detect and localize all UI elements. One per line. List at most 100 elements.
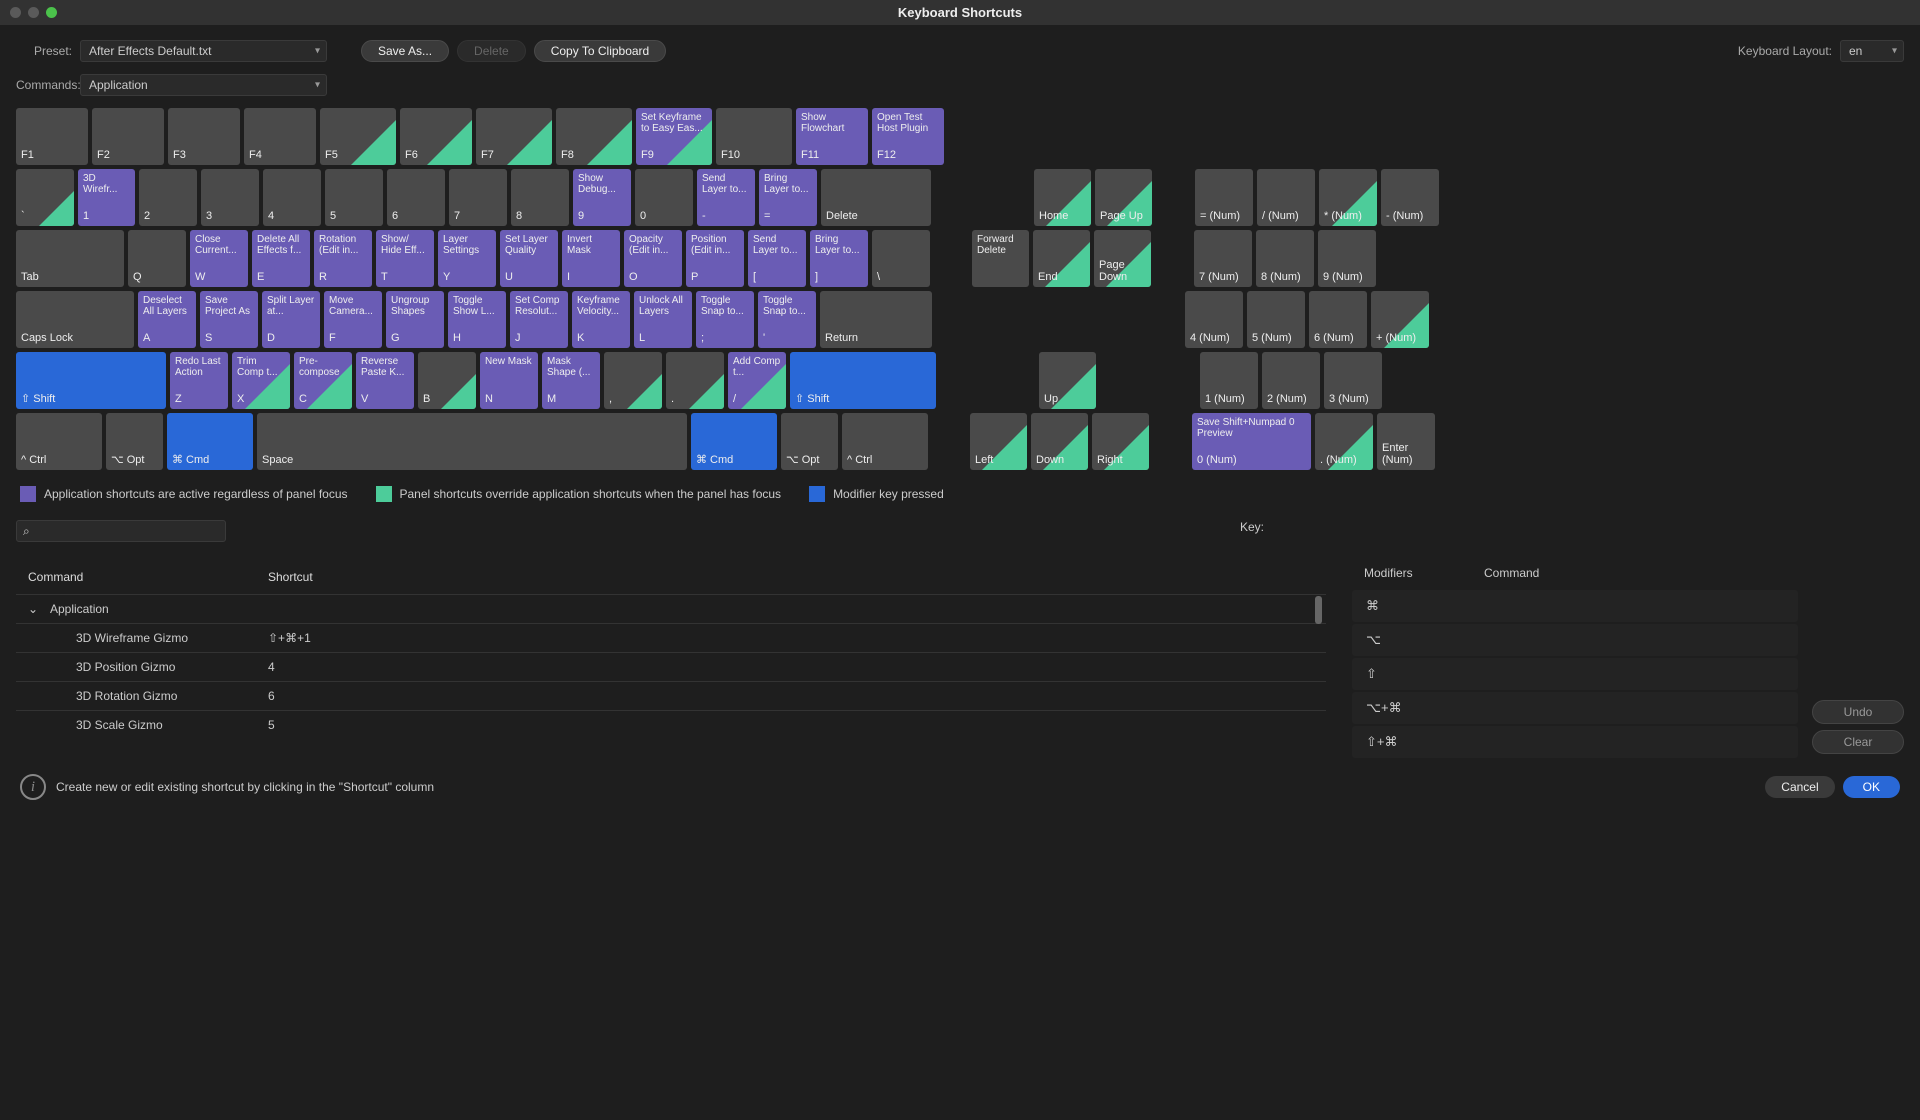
key-v[interactable]: Reverse Paste K...V [356, 352, 414, 409]
table-row[interactable]: 3D Scale Gizmo5 [16, 710, 1326, 739]
key--shift[interactable]: ⇧ Shift [16, 352, 166, 409]
key-left[interactable]: Left [970, 413, 1027, 470]
key--[interactable]: Toggle Snap to...' [758, 291, 816, 348]
key-enter-num-[interactable]: Enter (Num) [1377, 413, 1435, 470]
key-f10[interactable]: F10 [716, 108, 792, 165]
table-row[interactable]: 3D Position Gizmo4 [16, 652, 1326, 681]
key-3-num-[interactable]: 3 (Num) [1324, 352, 1382, 409]
key-s[interactable]: Save Project AsS [200, 291, 258, 348]
key--num-[interactable]: - (Num) [1381, 169, 1439, 226]
clear-button[interactable]: Clear [1812, 730, 1904, 754]
key--ctrl[interactable]: ^ Ctrl [16, 413, 102, 470]
key-g[interactable]: Ungroup ShapesG [386, 291, 444, 348]
key-m[interactable]: Mask Shape (...M [542, 352, 600, 409]
key-j[interactable]: Set Comp Resolut...J [510, 291, 568, 348]
key-5[interactable]: 5 [325, 169, 383, 226]
key--[interactable]: Bring Layer to...] [810, 230, 868, 287]
key-8-num-[interactable]: 8 (Num) [1256, 230, 1314, 287]
key-t[interactable]: Show/ Hide Eff...T [376, 230, 434, 287]
key-b[interactable]: B [418, 352, 476, 409]
key-page-up[interactable]: Page Up [1095, 169, 1152, 226]
search-input[interactable] [36, 524, 219, 538]
key--cmd[interactable]: ⌘ Cmd [691, 413, 777, 470]
key--num-[interactable]: = (Num) [1195, 169, 1253, 226]
key-f8[interactable]: F8 [556, 108, 632, 165]
key-d[interactable]: Split Layer at...D [262, 291, 320, 348]
minimize-window-icon[interactable] [28, 7, 39, 18]
key--num-[interactable]: + (Num) [1371, 291, 1429, 348]
commands-dropdown[interactable]: Application [80, 74, 327, 96]
key-2[interactable]: 2 [139, 169, 197, 226]
modifier-row[interactable]: ⇧ [1352, 658, 1798, 690]
key-f7[interactable]: F7 [476, 108, 552, 165]
key-4-num-[interactable]: 4 (Num) [1185, 291, 1243, 348]
modifier-row[interactable]: ⌥+⌘ [1352, 692, 1798, 724]
key--[interactable]: Bring Layer to...= [759, 169, 817, 226]
ok-button[interactable]: OK [1843, 776, 1900, 798]
modifier-row[interactable]: ⌘ [1352, 590, 1798, 622]
key-home[interactable]: Home [1034, 169, 1091, 226]
save-as-button[interactable]: Save As... [361, 40, 449, 62]
key-y[interactable]: Layer SettingsY [438, 230, 496, 287]
key-tab[interactable]: Tab [16, 230, 124, 287]
key--[interactable]: \ [872, 230, 930, 287]
key-h[interactable]: Toggle Show L...H [448, 291, 506, 348]
zoom-window-icon[interactable] [46, 7, 57, 18]
key-right[interactable]: Right [1092, 413, 1149, 470]
key-6-num-[interactable]: 6 (Num) [1309, 291, 1367, 348]
key-f11[interactable]: Show FlowchartF11 [796, 108, 868, 165]
key-i[interactable]: Invert MaskI [562, 230, 620, 287]
key-6[interactable]: 6 [387, 169, 445, 226]
key-7-num-[interactable]: 7 (Num) [1194, 230, 1252, 287]
key-p[interactable]: Position (Edit in...P [686, 230, 744, 287]
key--num-[interactable]: / (Num) [1257, 169, 1315, 226]
key-w[interactable]: Close Current...W [190, 230, 248, 287]
key-f2[interactable]: F2 [92, 108, 164, 165]
table-row[interactable]: 3D Wireframe Gizmo⇧+⌘+1 [16, 623, 1326, 652]
cancel-button[interactable]: Cancel [1765, 776, 1834, 798]
key-5-num-[interactable]: 5 (Num) [1247, 291, 1305, 348]
key--[interactable]: ` [16, 169, 74, 226]
key-end[interactable]: End [1033, 230, 1090, 287]
key-k[interactable]: Keyframe Velocity...K [572, 291, 630, 348]
key-down[interactable]: Down [1031, 413, 1088, 470]
key-o[interactable]: Opacity (Edit in...O [624, 230, 682, 287]
key-9-num-[interactable]: 9 (Num) [1318, 230, 1376, 287]
key-1[interactable]: 3D Wirefr...1 [78, 169, 135, 226]
key-r[interactable]: Rotation (Edit in...R [314, 230, 372, 287]
key-f9[interactable]: Set Keyframe to Easy Eas...F9 [636, 108, 712, 165]
key--[interactable]: Add Comp t.../ [728, 352, 786, 409]
key-9[interactable]: Show Debug...9 [573, 169, 631, 226]
key-up[interactable]: Up [1039, 352, 1096, 409]
key-x[interactable]: Trim Comp t...X [232, 352, 290, 409]
key--[interactable]: , [604, 352, 662, 409]
key-0-num-[interactable]: Save Shift+Numpad 0 Preview0 (Num) [1192, 413, 1311, 470]
key--opt[interactable]: ⌥ Opt [106, 413, 163, 470]
table-row[interactable]: ⌄Application [16, 594, 1326, 623]
key-c[interactable]: Pre-composeC [294, 352, 352, 409]
modifier-row[interactable]: ⌥ [1352, 624, 1798, 656]
modifier-row[interactable]: ⇧+⌘ [1352, 726, 1798, 758]
key-space[interactable]: Space [257, 413, 687, 470]
scrollbar-thumb[interactable] [1315, 596, 1322, 624]
key--[interactable]: Send Layer to...[ [748, 230, 806, 287]
layout-dropdown[interactable]: en [1840, 40, 1904, 62]
key-f6[interactable]: F6 [400, 108, 472, 165]
key-page-down[interactable]: Page Down [1094, 230, 1151, 287]
key-3[interactable]: 3 [201, 169, 259, 226]
key--[interactable]: Toggle Snap to...; [696, 291, 754, 348]
key-return[interactable]: Return [820, 291, 932, 348]
key-delete[interactable]: Delete [821, 169, 931, 226]
key-f[interactable]: Move Camera...F [324, 291, 382, 348]
key-1-num-[interactable]: 1 (Num) [1200, 352, 1258, 409]
key-0[interactable]: 0 [635, 169, 693, 226]
key-forward-delete[interactable]: Forward Delete [972, 230, 1029, 287]
key-f5[interactable]: F5 [320, 108, 396, 165]
key--ctrl[interactable]: ^ Ctrl [842, 413, 928, 470]
key-7[interactable]: 7 [449, 169, 507, 226]
key-z[interactable]: Redo Last ActionZ [170, 352, 228, 409]
key-8[interactable]: 8 [511, 169, 569, 226]
modifier-list[interactable]: ⌘⌥⇧⌥+⌘⇧+⌘ [1352, 590, 1798, 760]
key--[interactable]: . [666, 352, 724, 409]
key-4[interactable]: 4 [263, 169, 321, 226]
